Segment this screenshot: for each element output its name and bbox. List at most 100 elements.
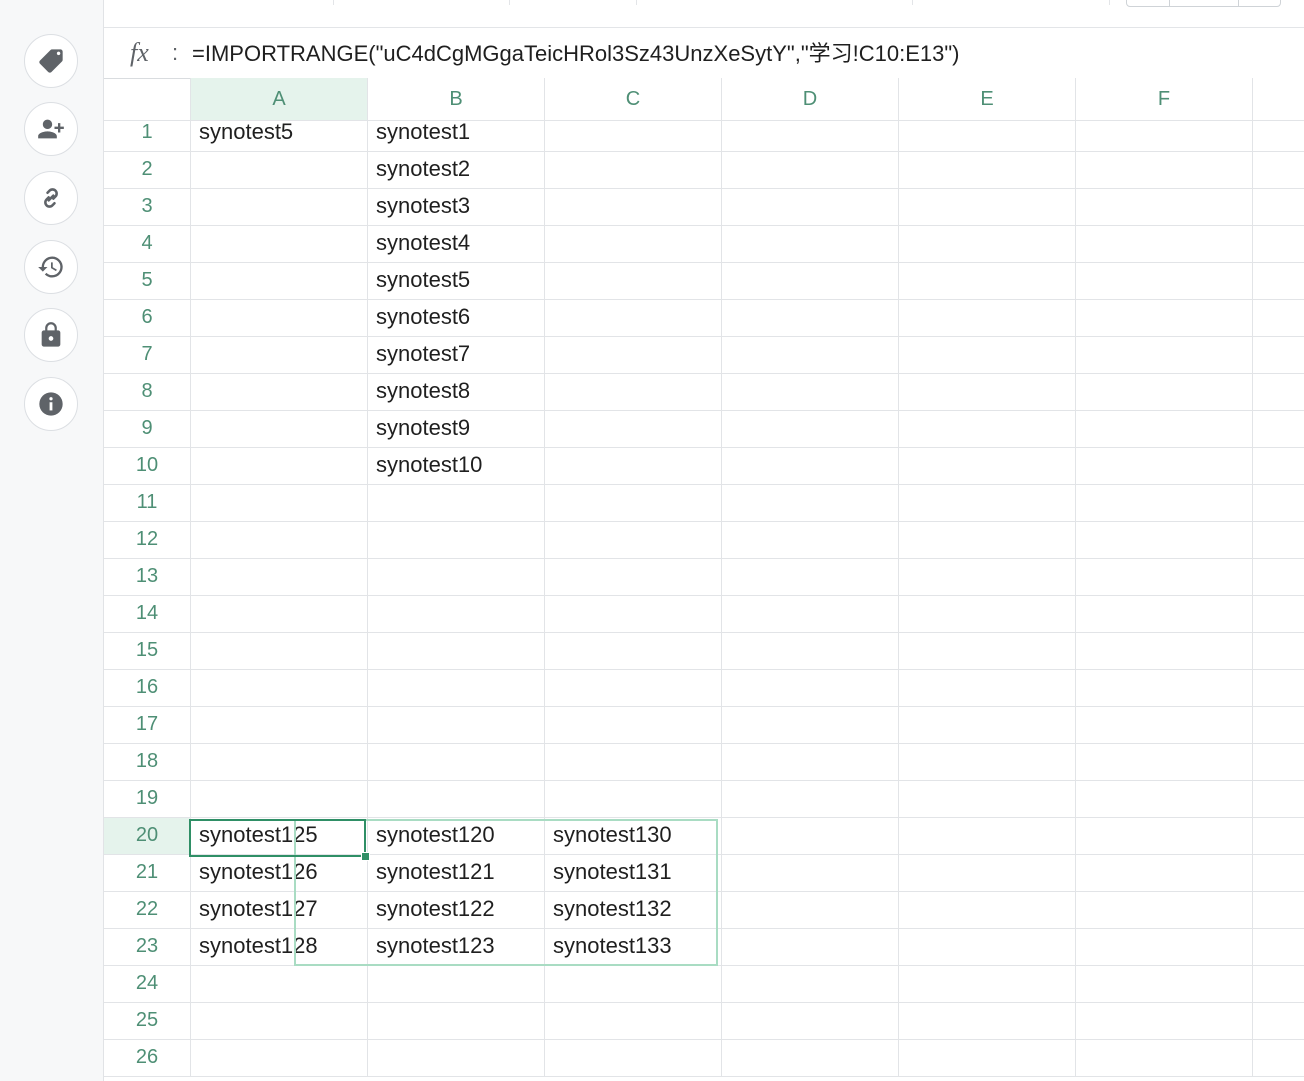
cell-b6[interactable]: synotest6 <box>368 300 545 337</box>
row-header[interactable]: 22 <box>104 892 191 929</box>
cell-b2[interactable]: synotest2 <box>368 152 545 189</box>
cell-d7[interactable] <box>722 337 899 374</box>
cell-c18[interactable] <box>545 744 722 781</box>
cell-d15[interactable] <box>722 633 899 670</box>
cell-a14[interactable] <box>191 596 368 633</box>
row-header[interactable]: 16 <box>104 670 191 707</box>
cell-a20[interactable]: synotest125 <box>191 818 368 855</box>
cell-e16[interactable] <box>899 670 1076 707</box>
cell-f21[interactable] <box>1076 855 1253 892</box>
cell-b12[interactable] <box>368 522 545 559</box>
row-header[interactable]: 2 <box>104 152 191 189</box>
cell-b1[interactable]: synotest1 <box>368 115 545 152</box>
cell-d20[interactable] <box>722 818 899 855</box>
cell-b11[interactable] <box>368 485 545 522</box>
cell-e5[interactable] <box>899 263 1076 300</box>
cell-c6[interactable] <box>545 300 722 337</box>
cell-e19[interactable] <box>899 781 1076 818</box>
formula-input[interactable]: =IMPORTRANGE("uC4dCgMGgaTeicHRol3Sz43Unz… <box>192 40 1294 68</box>
cell-b8[interactable]: synotest8 <box>368 374 545 411</box>
cell-f3[interactable] <box>1076 189 1253 226</box>
cell-d25[interactable] <box>722 1003 899 1040</box>
cell-a11[interactable] <box>191 485 368 522</box>
cell-b10[interactable]: synotest10 <box>368 448 545 485</box>
cell-e23[interactable] <box>899 929 1076 966</box>
cell-c20[interactable]: synotest130 <box>545 818 722 855</box>
row-header[interactable]: 17 <box>104 707 191 744</box>
cell-c25[interactable] <box>545 1003 722 1040</box>
cell-b3[interactable]: synotest3 <box>368 189 545 226</box>
cell-b23[interactable]: synotest123 <box>368 929 545 966</box>
cell-d23[interactable] <box>722 929 899 966</box>
cell-b15[interactable] <box>368 633 545 670</box>
cell-e18[interactable] <box>899 744 1076 781</box>
cell-c22[interactable]: synotest132 <box>545 892 722 929</box>
cell-c2[interactable] <box>545 152 722 189</box>
cell-c16[interactable] <box>545 670 722 707</box>
cell-f2[interactable] <box>1076 152 1253 189</box>
cell-e21[interactable] <box>899 855 1076 892</box>
cell-e10[interactable] <box>899 448 1076 485</box>
cell-c3[interactable] <box>545 189 722 226</box>
cell-d9[interactable] <box>722 411 899 448</box>
cell-e3[interactable] <box>899 189 1076 226</box>
cell-c17[interactable] <box>545 707 722 744</box>
cell-d13[interactable] <box>722 559 899 596</box>
cell-d1[interactable] <box>722 115 899 152</box>
cell-d19[interactable] <box>722 781 899 818</box>
cell-a7[interactable] <box>191 337 368 374</box>
row-header[interactable]: 7 <box>104 337 191 374</box>
cell-f18[interactable] <box>1076 744 1253 781</box>
cell-d3[interactable] <box>722 189 899 226</box>
cell-c1[interactable] <box>545 115 722 152</box>
cell-f25[interactable] <box>1076 1003 1253 1040</box>
cell-e12[interactable] <box>899 522 1076 559</box>
cell-c12[interactable] <box>545 522 722 559</box>
cell-b14[interactable] <box>368 596 545 633</box>
cell-f13[interactable] <box>1076 559 1253 596</box>
cell-b21[interactable]: synotest121 <box>368 855 545 892</box>
cell-a3[interactable] <box>191 189 368 226</box>
cell-c8[interactable] <box>545 374 722 411</box>
cell-c23[interactable]: synotest133 <box>545 929 722 966</box>
row-header[interactable]: 8 <box>104 374 191 411</box>
cell-f12[interactable] <box>1076 522 1253 559</box>
cell-f14[interactable] <box>1076 596 1253 633</box>
row-header[interactable]: 18 <box>104 744 191 781</box>
cell-b25[interactable] <box>368 1003 545 1040</box>
cell-d16[interactable] <box>722 670 899 707</box>
cell-b24[interactable] <box>368 966 545 1003</box>
cell-c9[interactable] <box>545 411 722 448</box>
cell-f7[interactable] <box>1076 337 1253 374</box>
cell-f22[interactable] <box>1076 892 1253 929</box>
cell-f5[interactable] <box>1076 263 1253 300</box>
toolbar-button-group[interactable] <box>1126 0 1281 7</box>
cell-e13[interactable] <box>899 559 1076 596</box>
row-header[interactable]: 4 <box>104 226 191 263</box>
cell-a26[interactable] <box>191 1040 368 1077</box>
cell-a25[interactable] <box>191 1003 368 1040</box>
history-button[interactable] <box>24 240 78 294</box>
cell-a8[interactable] <box>191 374 368 411</box>
cell-b18[interactable] <box>368 744 545 781</box>
row-header[interactable]: 26 <box>104 1040 191 1077</box>
cell-b19[interactable] <box>368 781 545 818</box>
cell-a4[interactable] <box>191 226 368 263</box>
cell-f4[interactable] <box>1076 226 1253 263</box>
row-header[interactable]: 6 <box>104 300 191 337</box>
cell-e8[interactable] <box>899 374 1076 411</box>
cell-e6[interactable] <box>899 300 1076 337</box>
cell-c11[interactable] <box>545 485 722 522</box>
cell-d24[interactable] <box>722 966 899 1003</box>
cell-c24[interactable] <box>545 966 722 1003</box>
cell-d22[interactable] <box>722 892 899 929</box>
cell-a19[interactable] <box>191 781 368 818</box>
cell-f17[interactable] <box>1076 707 1253 744</box>
cell-c10[interactable] <box>545 448 722 485</box>
cell-a18[interactable] <box>191 744 368 781</box>
row-header[interactable]: 3 <box>104 189 191 226</box>
cell-b5[interactable]: synotest5 <box>368 263 545 300</box>
cell-e25[interactable] <box>899 1003 1076 1040</box>
row-header[interactable]: 15 <box>104 633 191 670</box>
cell-a22[interactable]: synotest127 <box>191 892 368 929</box>
